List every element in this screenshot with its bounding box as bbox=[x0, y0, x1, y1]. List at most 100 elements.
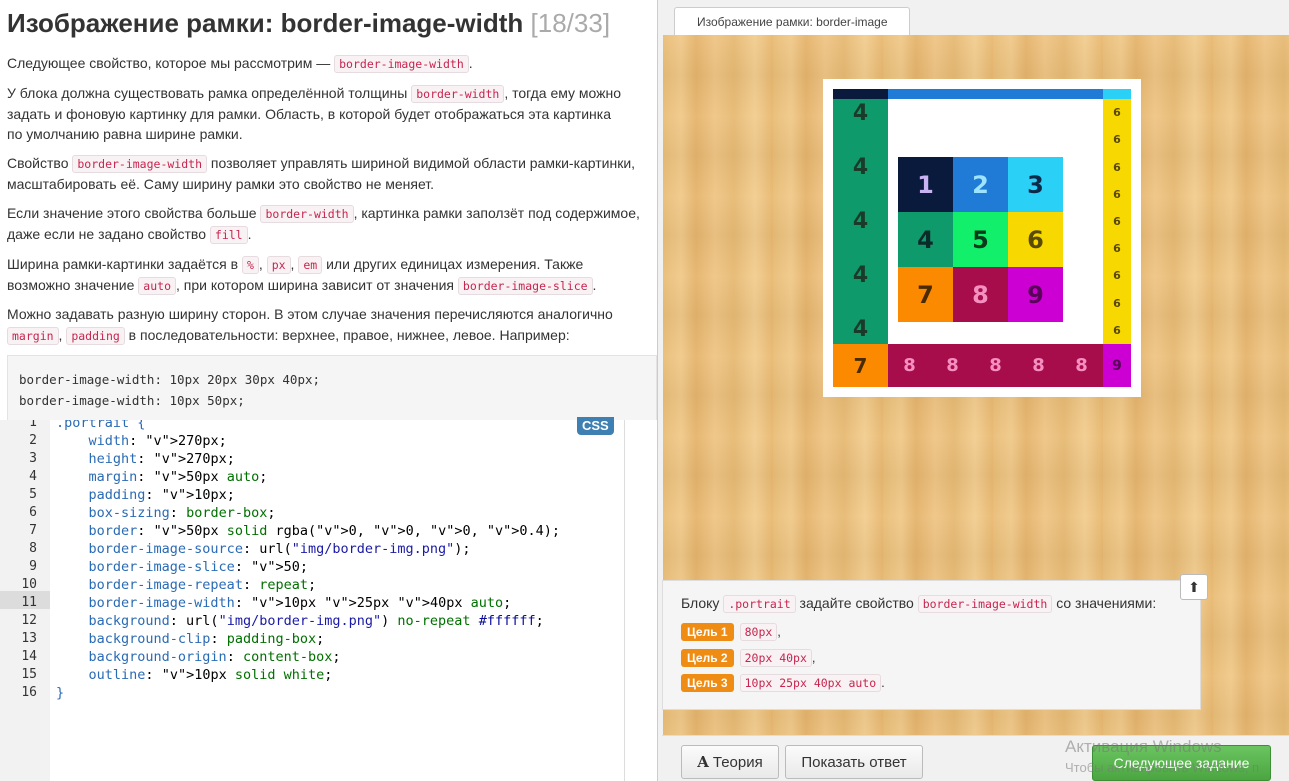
code-line[interactable]: } bbox=[56, 685, 64, 701]
text: со значениями: bbox=[1052, 595, 1157, 611]
inline-code: border-width bbox=[260, 205, 354, 223]
css-editor[interactable]: 1 2 3 4 5 6 7 8 9 10 11 12 13 14 15 16 .portrait { widt… bbox=[0, 420, 625, 781]
text: задать и фоновую картинку для рамки. Обл… bbox=[7, 105, 612, 122]
code-line[interactable]: background: url("img/border-img.png") no… bbox=[56, 613, 544, 629]
code-line[interactable]: border: "v">50px solid rgba("v">0, "v">0… bbox=[56, 523, 561, 539]
right-edge-digit: 6 bbox=[1113, 269, 1121, 283]
text: Если значение этого свойства больше bbox=[7, 205, 261, 221]
line-number: 8 bbox=[29, 541, 37, 556]
text: возможно значение bbox=[7, 276, 139, 293]
text: или других единицах измерения. Также bbox=[322, 256, 584, 272]
bottom-edge-digit: 8 bbox=[946, 355, 959, 376]
goal-3: Цель 3 10px 25px 40px auto. bbox=[681, 674, 885, 692]
inline-code: em bbox=[298, 256, 323, 274]
left-edge-digit: 4 bbox=[852, 317, 869, 342]
grid-tile-4: 4 bbox=[898, 212, 953, 267]
text: , bbox=[811, 650, 816, 665]
language-badge: CSS bbox=[577, 417, 614, 435]
line-number: 9 bbox=[29, 559, 37, 574]
code-line[interactable]: background-clip: padding-box; bbox=[56, 631, 325, 647]
goal-2: Цель 2 20px 40px, bbox=[681, 649, 816, 667]
text: , bbox=[58, 326, 67, 343]
code-line[interactable]: margin: "v">50px auto; bbox=[56, 469, 268, 485]
grid-tile-9: 9 bbox=[1008, 267, 1063, 322]
grid-tile-3: 3 bbox=[1008, 157, 1063, 212]
bottom-right-corner: 9 bbox=[1103, 344, 1131, 387]
line-number: 5 bbox=[29, 487, 37, 502]
left-edge-digit: 4 bbox=[852, 155, 869, 180]
right-edge-digit: 6 bbox=[1113, 160, 1121, 174]
goal-value: 80px bbox=[739, 623, 778, 641]
left-edge-digit: 4 bbox=[852, 101, 869, 126]
right-edge-digit: 6 bbox=[1113, 187, 1121, 201]
right-edge-digit: 6 bbox=[1113, 242, 1121, 256]
task-box: Блоку .portrait задайте свойство border-… bbox=[662, 580, 1201, 710]
goal-1: Цель 1 80px, bbox=[681, 623, 781, 641]
right-edge-digit: 6 bbox=[1113, 106, 1121, 120]
text: . bbox=[592, 276, 597, 293]
right-edge-digit: 6 bbox=[1113, 133, 1121, 147]
grid-tile-5: 5 bbox=[953, 212, 1008, 267]
line-number: 1 bbox=[29, 420, 37, 430]
text: , bbox=[777, 624, 781, 639]
show-answer-button[interactable]: Показать ответ bbox=[785, 745, 923, 779]
tab-preview[interactable]: Изображение рамки: border-image bbox=[674, 7, 910, 35]
code-example-line: border-image-width: 10px 50px; bbox=[19, 393, 245, 408]
text: , тогда ему можно bbox=[504, 85, 622, 101]
bottom-edge-digit: 8 bbox=[1032, 355, 1045, 376]
line-number: 13 bbox=[21, 631, 37, 646]
paragraph-3: Свойство border-image-width позволяет уп… bbox=[7, 153, 635, 194]
code-line[interactable]: border-image-repeat: repeat; bbox=[56, 577, 317, 593]
line-number: 6 bbox=[29, 505, 37, 520]
inline-code: % bbox=[241, 256, 259, 274]
windows-watermark: Активация Windows bbox=[1065, 737, 1222, 756]
grid-tile-8: 8 bbox=[953, 267, 1008, 322]
code-line[interactable]: box-sizing: border-box; bbox=[56, 505, 276, 521]
text: , bbox=[258, 256, 267, 272]
inline-code: border-image-width bbox=[334, 55, 469, 73]
code-line[interactable]: border-image-slice: "v">50; bbox=[56, 559, 308, 575]
goal-badge: Цель 1 bbox=[681, 623, 734, 641]
goal-value: 10px 25px 40px auto bbox=[739, 674, 882, 692]
paragraph-4: Если значение этого свойства больше bord… bbox=[7, 203, 640, 244]
text: . bbox=[247, 225, 252, 242]
text: . bbox=[881, 675, 885, 690]
right-edge-digit: 6 bbox=[1113, 323, 1121, 337]
code-line[interactable]: height: "v">270px; bbox=[56, 451, 235, 467]
theory-icon: A bbox=[697, 753, 709, 771]
code-line[interactable]: background-origin: content-box; bbox=[56, 649, 341, 665]
theory-button[interactable]: A Теория bbox=[681, 745, 779, 779]
left-edge-digit: 4 bbox=[852, 209, 869, 234]
line-number: 14 bbox=[21, 649, 37, 664]
right-edge: 6 6 6 6 6 6 6 6 6 bbox=[1103, 99, 1131, 344]
progress-counter: [18/33] bbox=[530, 8, 611, 38]
code-line[interactable]: border-image-width: "v">10px "v">25px "v… bbox=[56, 595, 512, 611]
bottom-edge-digit: 8 bbox=[989, 355, 1002, 376]
text: . bbox=[468, 55, 473, 71]
code-line[interactable]: width: "v">270px; bbox=[56, 433, 227, 449]
bottom-edge-digit: 8 bbox=[1075, 355, 1088, 376]
text: задайте свойство bbox=[795, 595, 918, 611]
code-line[interactable]: .portrait { bbox=[56, 420, 145, 431]
inline-code: px bbox=[266, 256, 291, 274]
paragraph-6: Можно задавать разную ширину сторон. В э… bbox=[7, 304, 613, 345]
text: У блока должна существовать рамка опреде… bbox=[7, 85, 412, 101]
line-number: 3 bbox=[29, 451, 37, 466]
text: Ширина рамки-картинки задаётся в bbox=[7, 256, 242, 272]
line-number: 12 bbox=[21, 613, 37, 628]
text: , картинка рамки заползёт под содержимое… bbox=[353, 205, 640, 221]
code-line[interactable]: border-image-source: url("img/border-img… bbox=[56, 541, 471, 557]
portrait-frame: 444446666666667888889123456789 bbox=[823, 79, 1141, 397]
inline-code: border-image-width bbox=[72, 155, 207, 173]
code-line[interactable]: padding: "v">10px; bbox=[56, 487, 235, 503]
text: , при котором ширина зависит от значения bbox=[176, 276, 458, 293]
inline-code: auto bbox=[138, 276, 176, 295]
code-line[interactable]: outline: "v">10px solid white; bbox=[56, 667, 333, 683]
left-edge-digit: 4 bbox=[852, 263, 869, 288]
top-right-corner bbox=[1103, 89, 1131, 99]
theory-panel: Изображение рамки: border-image-width [1… bbox=[0, 0, 657, 781]
bottom-edge-digit: 8 bbox=[903, 355, 916, 376]
text: по умолчанию равна ширине рамки. bbox=[7, 126, 243, 142]
collapse-arrow-icon[interactable]: ⬆ bbox=[1180, 574, 1208, 600]
text: позволяет управлять шириной видимой обла… bbox=[207, 155, 636, 171]
